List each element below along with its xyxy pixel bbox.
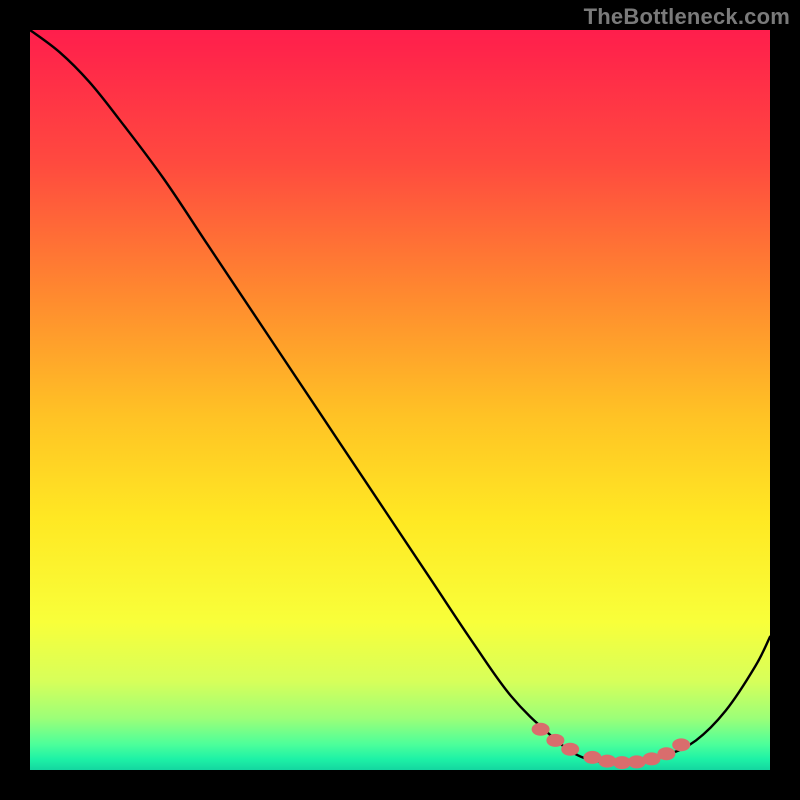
- highlight-dot: [546, 734, 564, 747]
- highlight-dot: [657, 747, 675, 760]
- chart-plot: [30, 30, 770, 770]
- watermark-text: TheBottleneck.com: [584, 4, 790, 30]
- highlight-dot: [532, 723, 550, 736]
- chart-background: [30, 30, 770, 770]
- highlight-dot: [672, 738, 690, 751]
- highlight-dot: [561, 743, 579, 756]
- chart-svg: [30, 30, 770, 770]
- chart-frame: TheBottleneck.com: [0, 0, 800, 800]
